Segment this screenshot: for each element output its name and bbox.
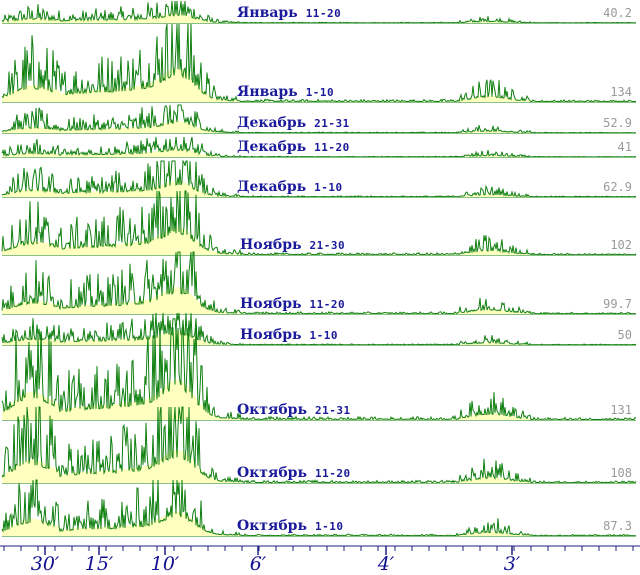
row-label: Ноябрь 21-30: [240, 237, 345, 253]
row-month: Декабрь: [237, 179, 307, 195]
row-peak-value: 102: [610, 238, 632, 252]
row-range: 11-20: [305, 7, 342, 20]
row-range: 21-30: [309, 239, 346, 252]
row-range: 21-31: [314, 404, 351, 417]
row-range: 1-10: [314, 520, 344, 533]
x-tick-label: 15′: [84, 553, 114, 575]
row-label: Ноябрь 1-10: [240, 327, 338, 343]
x-tick-label: 4′: [377, 553, 395, 575]
x-tick-label: 10′: [150, 553, 180, 575]
row-month: Ноябрь: [240, 237, 302, 253]
row-month: Октябрь: [237, 465, 307, 481]
x-tick-label: 3′: [503, 553, 521, 575]
row-peak-value: 50: [617, 328, 632, 342]
row-label: Ноябрь 11-20: [240, 296, 345, 312]
row-label: Декабрь 21-31: [237, 115, 350, 131]
row-label: Декабрь 11-20: [237, 139, 350, 155]
row-month: Декабрь: [237, 139, 307, 155]
row-month: Октябрь: [237, 518, 307, 534]
row-peak-value: 131: [610, 403, 632, 417]
row-month: Январь: [237, 5, 298, 21]
row-range: 1-10: [309, 329, 339, 342]
x-tick-label: 30′: [30, 553, 60, 575]
row-range: 11-20: [314, 467, 351, 480]
row-peak-value: 40.2: [603, 6, 632, 20]
row-label: Октябрь 11-20: [237, 465, 351, 481]
row-range: 21-31: [314, 117, 350, 130]
row-month: Ноябрь: [240, 296, 302, 312]
row-month: Ноябрь: [240, 327, 302, 343]
row-label: Октябрь 1-10: [237, 518, 343, 534]
row-label: Январь 1-10: [237, 84, 334, 100]
row-month: Январь: [237, 84, 298, 100]
row-label: Январь 11-20: [237, 5, 341, 21]
row-range: 1-10: [305, 86, 335, 99]
row-peak-value: 87.3: [603, 519, 632, 533]
row-range: 1-10: [314, 181, 343, 194]
row-peak-value: 62.9: [603, 180, 632, 194]
x-tick-label: 6′: [249, 553, 267, 575]
row-peak-value: 52.9: [603, 116, 632, 130]
row-label: Декабрь 1-10: [237, 179, 343, 195]
row-peak-value: 99.7: [603, 297, 632, 311]
row-label: Октябрь 21-31: [237, 402, 351, 418]
row-peak-value: 108: [610, 466, 632, 480]
row-peak-value: 41: [617, 140, 632, 154]
row-month: Октябрь: [237, 402, 307, 418]
row-range: 11-20: [314, 141, 350, 154]
row-peak-value: 134: [610, 85, 632, 99]
row-month: Декабрь: [237, 115, 307, 131]
row-range: 11-20: [309, 298, 346, 311]
